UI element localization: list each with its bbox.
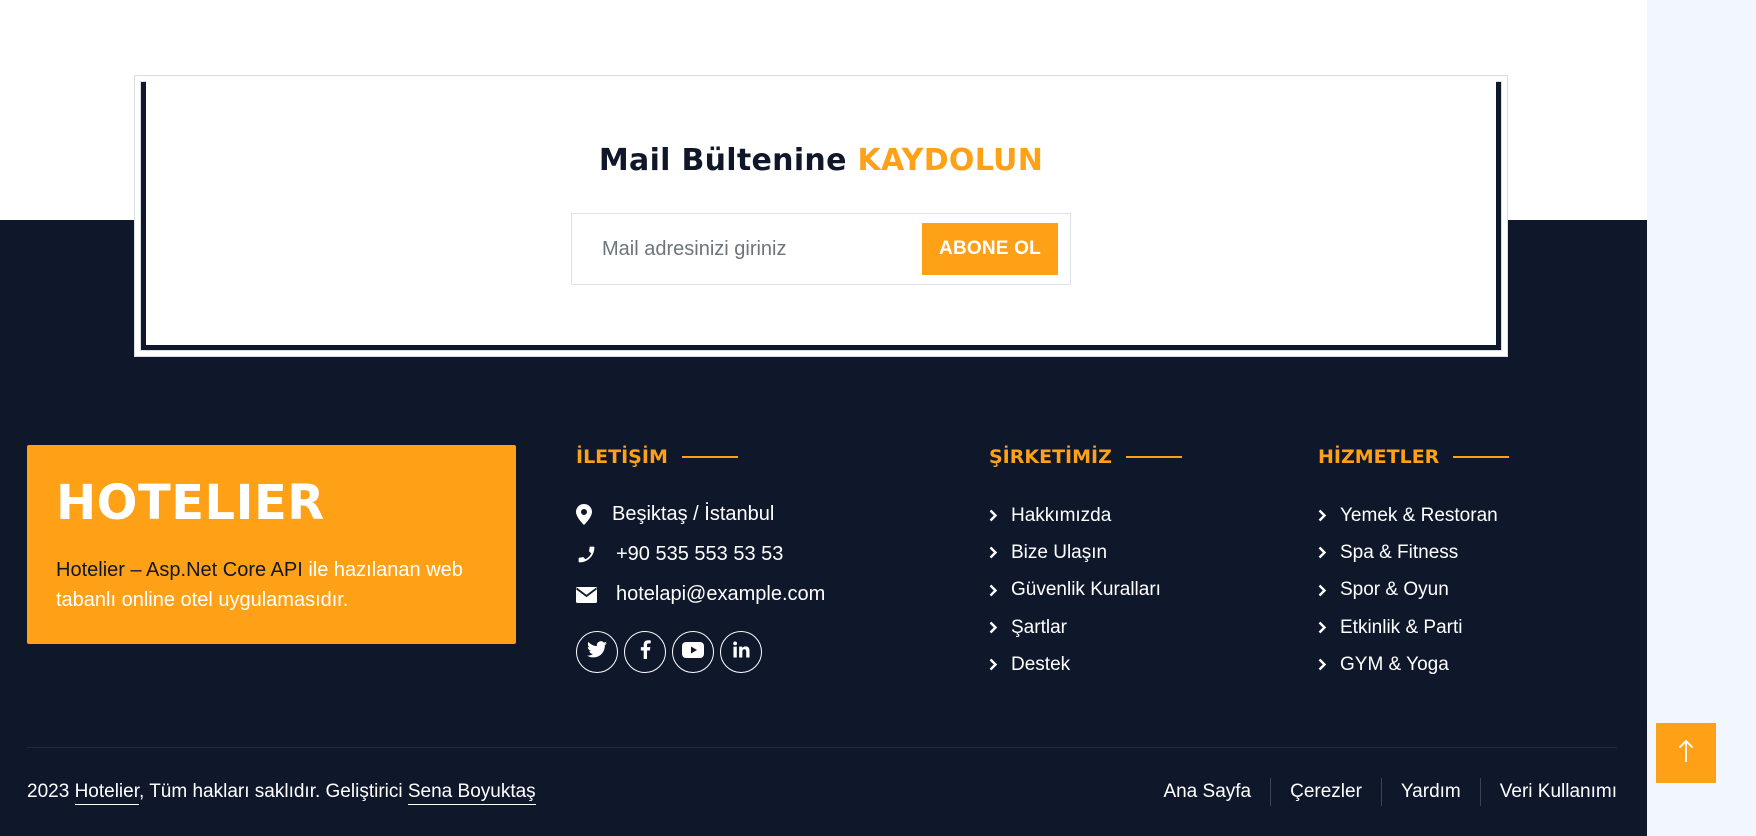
newsletter-title-prefix: Mail Bültenine [598, 143, 847, 178]
company-link-label: Güvenlik Kuralları [1011, 579, 1161, 601]
linkedin-button[interactable] [720, 631, 762, 673]
services-links: Yemek & Restoran Spa & Fitness Spor & Oy… [1318, 497, 1498, 683]
copyright: 2023 Hotelier, Tüm hakları saklıdır. Gel… [27, 781, 536, 805]
footer-menu: Ana Sayfa Çerezler Yardım Veri Kullanımı [1144, 778, 1617, 806]
company-heading-text: ŞİRKETİMİZ [989, 446, 1112, 468]
service-link-label: Spor & Oyun [1340, 579, 1449, 601]
footer-menu-data-usage[interactable]: Veri Kullanımı [1479, 778, 1617, 806]
contact-phone: +90 535 553 53 53 [576, 543, 783, 566]
services-heading-text: HİZMETLER [1318, 446, 1440, 468]
service-link[interactable]: Etkinlik & Parti [1318, 609, 1498, 646]
newsletter-title-accent: KAYDOLUN [857, 143, 1044, 178]
contact-location-text: Beşiktaş / İstanbul [612, 503, 775, 525]
brand-link[interactable]: Hotelier [74, 781, 139, 805]
services-heading: HİZMETLER [1318, 446, 1510, 468]
facebook-icon [640, 640, 651, 664]
chevron-right-icon [1318, 584, 1340, 597]
chevron-right-icon [1318, 546, 1340, 559]
service-link-label: GYM & Yoga [1340, 653, 1449, 675]
footer-divider [27, 747, 1617, 748]
company-links: Hakkımızda Bize Ulaşın Güvenlik Kurallar… [989, 497, 1161, 683]
chevron-right-icon [989, 584, 1011, 597]
newsletter-form: ABONE OL [571, 213, 1071, 285]
service-link-label: Etkinlik & Parti [1340, 616, 1463, 638]
newsletter-title: Mail Bültenine KAYDOLUN [146, 143, 1496, 178]
service-link[interactable]: GYM & Yoga [1318, 646, 1498, 683]
contact-phone-text: +90 535 553 53 53 [616, 543, 784, 565]
heading-underline [1125, 456, 1182, 458]
brand-box: HOTELIER Hotelier – Asp.Net Core API ile… [27, 445, 516, 644]
email-input[interactable] [586, 224, 916, 274]
company-link-label: Bize Ulaşın [1011, 541, 1108, 563]
newsletter-panel: Mail Bültenine KAYDOLUN ABONE OL [146, 81, 1496, 345]
contact-email: hotelapi@example.com [576, 583, 825, 606]
social-links [576, 631, 762, 673]
company-link[interactable]: Şartlar [989, 609, 1161, 646]
service-link[interactable]: Spa & Fitness [1318, 534, 1498, 571]
brand-name: HOTELIER [56, 475, 325, 531]
subscribe-button[interactable]: ABONE OL [922, 223, 1058, 275]
service-link-label: Yemek & Restoran [1340, 504, 1498, 526]
twitter-button[interactable] [576, 631, 618, 673]
company-link-label: Şartlar [1011, 616, 1067, 638]
chevron-right-icon [1318, 658, 1340, 671]
contact-heading-text: İLETİŞİM [576, 446, 668, 468]
developer-link[interactable]: Sena Boyuktaş [407, 781, 536, 805]
arrow-up-icon [1678, 739, 1694, 768]
linkedin-icon [732, 641, 750, 663]
twitter-icon [587, 641, 607, 663]
chevron-right-icon [989, 621, 1011, 634]
brand-description-link[interactable]: Hotelier – Asp.Net Core API [56, 559, 303, 581]
chevron-right-icon [989, 509, 1011, 522]
company-link[interactable]: Bize Ulaşın [989, 534, 1161, 571]
contact-heading: İLETİŞİM [576, 446, 738, 468]
youtube-icon [682, 641, 704, 663]
heading-underline [1453, 456, 1510, 458]
footer-menu-cookies[interactable]: Çerezler [1270, 778, 1381, 806]
contact-location: Beşiktaş / İstanbul [576, 503, 774, 526]
company-heading: ŞİRKETİMİZ [989, 446, 1182, 468]
copyright-rights: , Tüm hakları saklıdır. Geliştirici [138, 781, 403, 802]
service-link-label: Spa & Fitness [1340, 541, 1459, 563]
company-link-label: Hakkımızda [1011, 504, 1112, 526]
footer-menu-home[interactable]: Ana Sayfa [1144, 778, 1270, 806]
youtube-button[interactable] [672, 631, 714, 673]
footer-menu-help[interactable]: Yardım [1380, 778, 1480, 806]
map-marker-icon [576, 504, 604, 525]
contact-email-text: hotelapi@example.com [616, 583, 826, 605]
chevron-right-icon [989, 658, 1011, 671]
facebook-button[interactable] [624, 631, 666, 673]
company-link-label: Destek [1011, 653, 1071, 675]
service-link[interactable]: Spor & Oyun [1318, 572, 1498, 609]
envelope-icon [576, 586, 608, 603]
back-to-top-button[interactable] [1656, 723, 1716, 783]
chevron-right-icon [1318, 509, 1340, 522]
company-link[interactable]: Destek [989, 646, 1161, 683]
company-link[interactable]: Güvenlik Kuralları [989, 572, 1161, 609]
chevron-right-icon [989, 546, 1011, 559]
copyright-year: 2023 [27, 781, 70, 802]
service-link[interactable]: Yemek & Restoran [1318, 497, 1498, 534]
phone-icon [576, 544, 608, 565]
chevron-right-icon [1318, 621, 1340, 634]
brand-description: Hotelier – Asp.Net Core API ile hazılana… [56, 555, 496, 615]
page: Mail Bültenine KAYDOLUN ABONE OL HOTELIE… [0, 0, 1647, 836]
heading-underline [681, 456, 738, 458]
company-link[interactable]: Hakkımızda [989, 497, 1161, 534]
